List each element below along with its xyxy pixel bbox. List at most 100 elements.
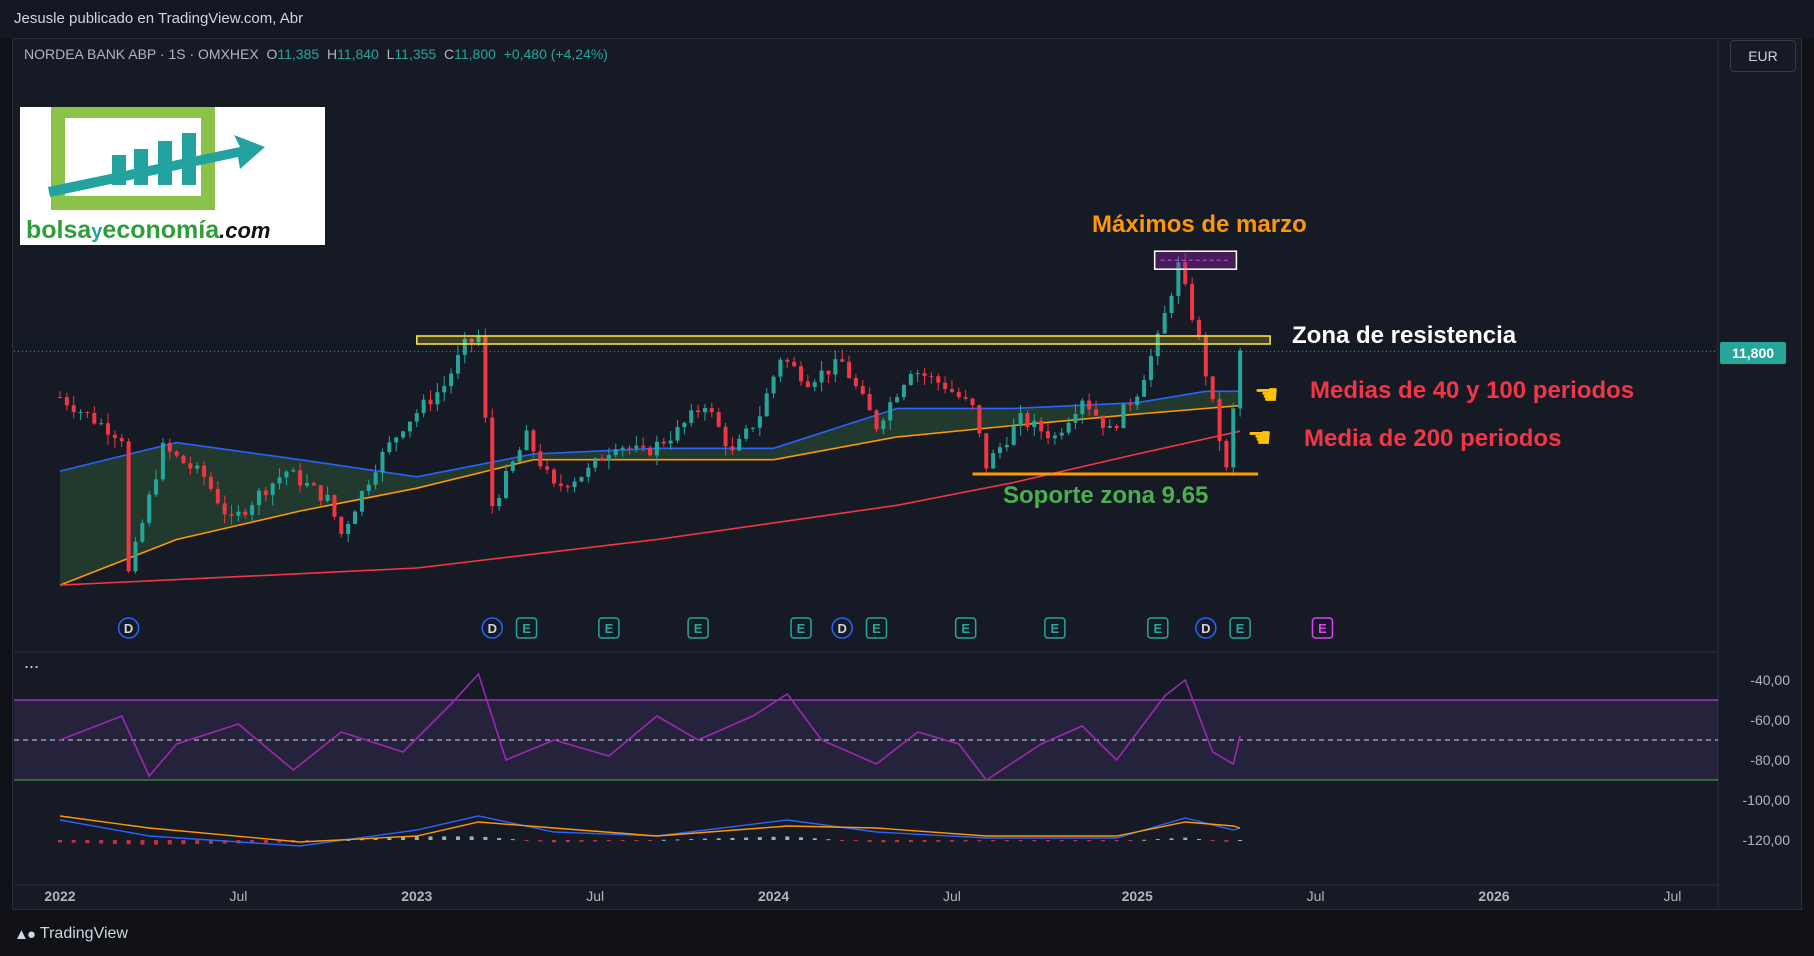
- annotation-support: Soporte zona 9.65: [1003, 482, 1209, 509]
- macd-histogram-bar: [1032, 840, 1037, 842]
- candle-body: [106, 423, 111, 435]
- macd-histogram-bar: [991, 840, 996, 842]
- logo-part-bolsa: bolsa: [26, 216, 92, 244]
- macd-histogram-bar: [455, 836, 460, 840]
- candle-body: [744, 428, 749, 439]
- candle-body: [771, 376, 776, 394]
- currency-button[interactable]: EUR: [1730, 40, 1796, 72]
- candle-body: [826, 370, 831, 375]
- annotation-ma-200: Media de 200 periodos: [1304, 425, 1562, 452]
- candle-body: [174, 451, 179, 456]
- candle-body: [455, 354, 460, 374]
- symbol-header: NORDEA BANK ABP · 1S · OMXHEX O11,385 H1…: [24, 46, 608, 62]
- candle-body: [874, 410, 879, 430]
- symbol-name[interactable]: NORDEA BANK ABP · 1S · OMXHEX: [24, 46, 259, 62]
- candle-body: [284, 471, 289, 478]
- macd-histogram-bar: [414, 836, 419, 840]
- candle-body: [943, 382, 948, 390]
- candle-body: [188, 463, 193, 469]
- macd-histogram-bar: [1073, 840, 1078, 842]
- candle-body: [895, 397, 900, 403]
- candle-body: [208, 476, 213, 489]
- event-marker-label: E: [605, 621, 614, 636]
- candle-body: [1018, 413, 1023, 427]
- candle-body: [654, 441, 659, 456]
- macd-histogram-bar: [757, 837, 762, 840]
- event-marker-label: E: [961, 621, 970, 636]
- candle-body: [641, 445, 646, 448]
- candle-body: [435, 392, 440, 405]
- x-tick-label: Jul: [1663, 888, 1681, 904]
- macd-histogram-bar: [1224, 840, 1229, 842]
- osc-y-tick-label: -60,00: [1750, 712, 1790, 728]
- x-tick-label: 2023: [401, 888, 432, 904]
- candle-body: [757, 416, 762, 428]
- candle-body: [545, 466, 550, 470]
- candle-body: [510, 461, 515, 471]
- macd-histogram-bar: [1238, 840, 1243, 841]
- macd-histogram-bar: [565, 840, 570, 843]
- candle-body: [682, 422, 687, 428]
- tradingview-logo[interactable]: ▲● TradingView: [14, 925, 128, 943]
- candle-body: [277, 477, 282, 484]
- x-tick-label: Jul: [1307, 888, 1325, 904]
- candle-body: [675, 427, 680, 441]
- candle-body: [311, 483, 316, 486]
- event-marker-label: D: [1201, 621, 1210, 636]
- candle-body: [1107, 425, 1112, 428]
- candle-body: [160, 442, 165, 480]
- candle-body: [847, 361, 852, 379]
- macd-histogram-bar: [58, 840, 62, 843]
- candle-body: [250, 505, 255, 515]
- macd-histogram-bar: [1100, 840, 1105, 842]
- macd-histogram-bar: [1059, 840, 1064, 842]
- candle-body: [538, 451, 543, 467]
- macd-histogram-bar: [112, 840, 117, 844]
- indicator-menu-button[interactable]: ...: [24, 652, 39, 673]
- macd-histogram-bar: [1087, 840, 1092, 842]
- annotation-ma-40-100: Medias de 40 y 100 periodos: [1310, 377, 1635, 404]
- candle-body: [1004, 444, 1009, 448]
- candle-body: [1148, 356, 1153, 381]
- macd-histogram-bar: [401, 837, 406, 840]
- candle-body: [263, 490, 268, 496]
- candle-body: [716, 412, 721, 427]
- candle-body: [58, 397, 62, 398]
- macd-histogram-bar: [99, 840, 104, 844]
- high-value: 11,840: [337, 46, 379, 62]
- candle-body: [353, 511, 358, 524]
- logo-part-y: y: [91, 221, 103, 243]
- macd-histogram-bar: [895, 840, 900, 843]
- candle-body: [442, 386, 447, 393]
- candle-body: [112, 434, 117, 439]
- x-tick-label: Jul: [229, 888, 247, 904]
- pointing-hand-icon: ☚: [1247, 422, 1273, 453]
- candle-body: [339, 516, 344, 534]
- candle-body: [586, 467, 591, 477]
- candle-body: [497, 498, 502, 507]
- macd-histogram-bar: [483, 836, 488, 840]
- macd-histogram-bar: [1169, 838, 1174, 840]
- event-marker-label: D: [837, 621, 846, 636]
- macd-histogram-bar: [1183, 837, 1188, 840]
- candle-body: [901, 384, 906, 398]
- macd-histogram-bar: [812, 838, 817, 840]
- macd-histogram-bar: [853, 840, 858, 842]
- macd-line: [59, 815, 1241, 847]
- candle-body: [785, 359, 790, 362]
- event-marker-label: D: [488, 621, 497, 636]
- macd-histogram-bar: [689, 839, 694, 841]
- candle-body: [1135, 396, 1140, 406]
- candle-body: [750, 427, 755, 429]
- candle-body: [860, 386, 865, 395]
- candle-body: [401, 431, 406, 438]
- macd-histogram-bar: [85, 840, 90, 844]
- candle-body: [517, 450, 522, 462]
- x-tick-label: 2026: [1478, 888, 1509, 904]
- candle-body: [1087, 400, 1092, 410]
- candle-body: [1190, 283, 1195, 320]
- macd-histogram-bar: [1046, 840, 1051, 842]
- candle-body: [407, 421, 412, 432]
- candle-body: [949, 389, 954, 392]
- candle-body: [1121, 404, 1126, 429]
